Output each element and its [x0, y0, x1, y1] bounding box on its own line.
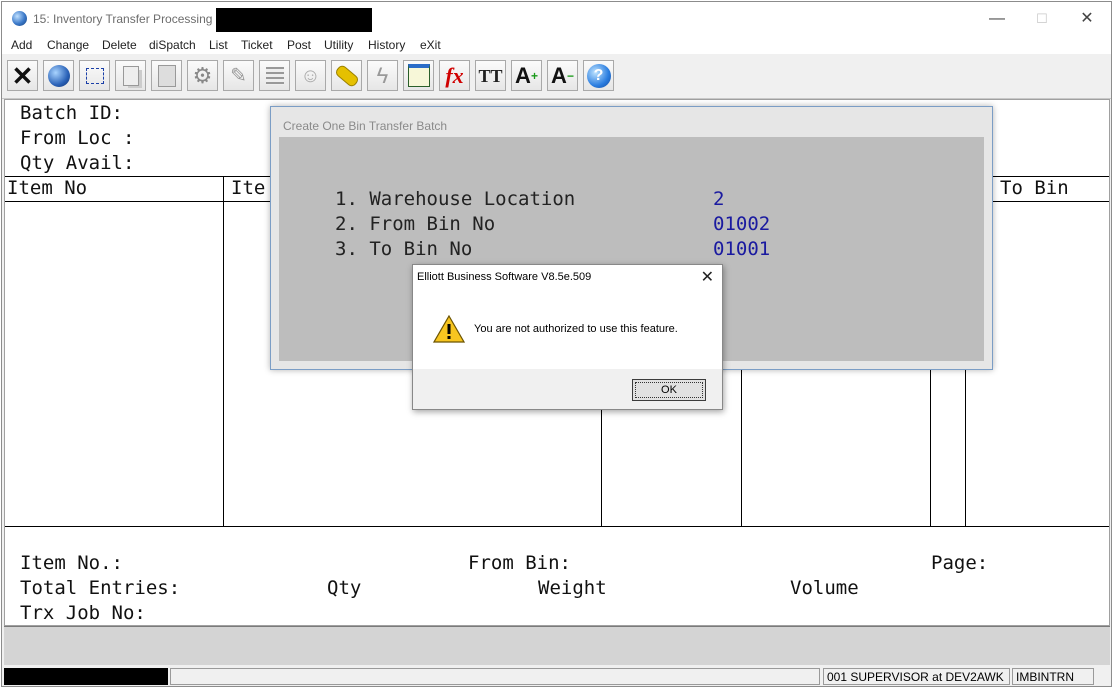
col-item-no: Item No — [7, 177, 88, 199]
lightning-icon[interactable]: ϟ — [367, 60, 398, 91]
item-no-footer-label: Item No.: — [20, 552, 123, 574]
status-user: 001 SUPERVISOR at DEV2AWK — [823, 668, 1010, 685]
batch-id-label: Batch ID: — [20, 102, 123, 124]
menu-delete[interactable]: Delete — [102, 38, 137, 52]
qty-label: Qty — [327, 577, 362, 599]
alert-title: Elliott Business Software V8.5e.509 — [417, 271, 592, 283]
from-bin-label: From Bin: — [468, 552, 571, 574]
redacted-title-block — [216, 8, 372, 32]
window-title: 15: Inventory Transfer Processing - — [33, 12, 220, 26]
maximize-button[interactable]: ☐ — [1027, 8, 1057, 30]
grid-col-divider — [930, 360, 931, 526]
from-loc-label: From Loc : — [20, 127, 135, 149]
from-bin-no-value[interactable]: 01002 — [713, 213, 770, 235]
font-larger-icon[interactable]: A+ — [511, 60, 542, 91]
minimize-button[interactable]: — — [982, 8, 1012, 30]
close-button[interactable]: ✕ — [1072, 8, 1102, 30]
warehouse-location-value[interactable]: 2 — [713, 188, 724, 210]
font-smaller-icon[interactable]: A− — [547, 60, 578, 91]
grid-col-divider — [223, 176, 224, 526]
main-window: 15: Inventory Transfer Processing - — ☐ … — [1, 1, 1112, 687]
qty-avail-label: Qty Avail: — [20, 152, 135, 174]
status-bar: 001 SUPERVISOR at DEV2AWK IMBINTRN — [4, 665, 1110, 686]
menu-list[interactable]: List — [209, 38, 228, 52]
paste-icon[interactable] — [151, 60, 182, 91]
command-band — [4, 626, 1110, 665]
menu-change[interactable]: Change — [47, 38, 89, 52]
warning-icon — [433, 315, 465, 343]
grid-col-divider — [741, 360, 742, 526]
status-redacted — [4, 668, 168, 685]
total-entries-label: Total Entries: — [20, 577, 181, 599]
menu-utility[interactable]: Utility — [324, 38, 353, 52]
menu-post[interactable]: Post — [287, 38, 311, 52]
alert-close-button[interactable]: ✕ — [701, 267, 714, 287]
help-icon[interactable]: ? — [583, 60, 614, 91]
menu-bar: Add Change Delete diSpatch List Ticket P… — [2, 36, 1111, 54]
menu-history[interactable]: History — [368, 38, 405, 52]
trx-job-no-label: Trx Job No: — [20, 602, 146, 624]
menu-dispatch[interactable]: diSpatch — [149, 38, 196, 52]
alert-message: You are not authorized to use this featu… — [474, 323, 678, 335]
menu-add[interactable]: Add — [11, 38, 32, 52]
settings-icon[interactable]: ⚙ — [187, 60, 218, 91]
from-bin-no-label: 2. From Bin No — [335, 213, 496, 235]
calendar-icon[interactable] — [403, 60, 434, 91]
app-globe-icon — [12, 11, 27, 26]
select-icon[interactable] — [79, 60, 110, 91]
batch-dialog-title: Create One Bin Transfer Batch — [283, 119, 448, 133]
status-program: IMBINTRN — [1012, 668, 1094, 685]
to-bin-no-value[interactable]: 01001 — [713, 238, 770, 260]
title-bar: 15: Inventory Transfer Processing - — ☐ … — [2, 2, 1111, 36]
list-icon[interactable] — [259, 60, 290, 91]
volume-label: Volume — [790, 577, 859, 599]
copy-icon[interactable] — [115, 60, 146, 91]
font-icon[interactable]: TT — [475, 60, 506, 91]
users-icon[interactable]: ☺ — [295, 60, 326, 91]
alert-dialog: Elliott Business Software V8.5e.509 ✕ Yo… — [412, 264, 723, 410]
toolbar: ✕ ⚙ ✎ ☺ ϟ fx TT A+ A− ? — [2, 54, 1111, 99]
page-label: Page: — [931, 552, 989, 574]
alert-footer: OK — [413, 369, 722, 409]
grid-bottom-line — [5, 526, 1109, 527]
edit-icon[interactable]: ✎ — [223, 60, 254, 91]
warehouse-location-label: 1. Warehouse Location — [335, 188, 576, 210]
link-icon[interactable] — [331, 60, 362, 91]
function-icon[interactable]: fx — [439, 60, 470, 91]
menu-ticket[interactable]: Ticket — [241, 38, 273, 52]
col-item-desc: Ite — [231, 177, 266, 199]
status-message-cell — [170, 668, 820, 685]
menu-exit[interactable]: eXit — [420, 38, 441, 52]
to-bin-no-label: 3. To Bin No — [335, 238, 473, 260]
globe-icon[interactable] — [43, 60, 74, 91]
ok-button[interactable]: OK — [632, 379, 706, 401]
col-to-bin: To Bin — [1000, 177, 1069, 199]
weight-label: Weight — [538, 577, 607, 599]
cancel-icon[interactable]: ✕ — [7, 60, 38, 91]
